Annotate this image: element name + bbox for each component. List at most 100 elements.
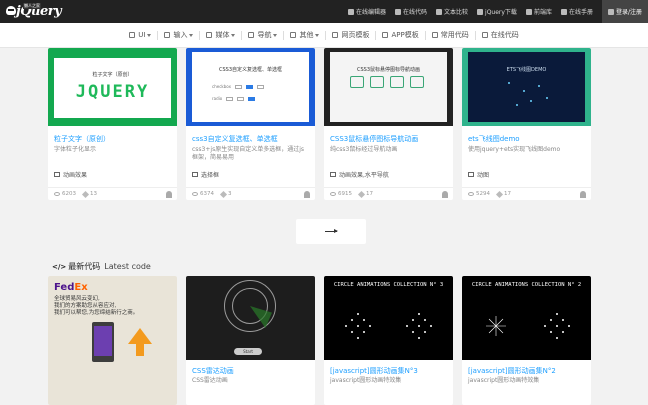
card-desc: 纯css3鼠标经过导航动画: [330, 146, 398, 153]
thumb-row: radio: [212, 96, 256, 101]
code-card-particle[interactable]: 粒子文字（原创） JQUERY 粒子文字（原创） 字体粒子化显示 动画效果 62…: [48, 48, 177, 200]
card-tag[interactable]: 动画效果: [54, 170, 87, 179]
arrow-up-graphic: [128, 328, 152, 344]
logo-tag: 懒人之家: [23, 3, 41, 9]
card-thumbnail[interactable]: 粒子文字（原创） JQUERY: [48, 48, 177, 126]
like-count: 13: [90, 191, 97, 197]
arrow-stem-graphic: [136, 344, 144, 356]
code-card-hover-nav[interactable]: CSS3鼠标悬停图标导航动画 CSS3鼠标悬停图标导航动画 纯css3鼠标经过导…: [324, 48, 453, 200]
top-link-code[interactable]: 在线代码: [395, 0, 427, 23]
card-tag[interactable]: 选择框: [192, 170, 219, 179]
card-title[interactable]: ets飞线图demo: [468, 134, 520, 144]
chevron-down-icon: [189, 33, 194, 37]
tag-icon: [54, 172, 60, 177]
card-thumbnail[interactable]: CSS3鼠标悬停图标导航动画: [324, 48, 453, 126]
card-tag[interactable]: 动图: [468, 170, 489, 179]
heart-icon: [495, 190, 504, 198]
card-title[interactable]: css3自定义复选框、单选框: [192, 134, 278, 144]
card-thumbnail[interactable]: CIRCLE ANIMATIONS COLLECTION N° 2: [462, 276, 591, 360]
cat-app-template[interactable]: APP模板: [382, 30, 419, 40]
ui-icon: [129, 32, 136, 38]
card-title[interactable]: 粒子文字（原创）: [54, 134, 110, 144]
card-meta: 5294 17: [462, 187, 591, 200]
cat-media[interactable]: 媒体: [206, 30, 236, 40]
card-meta: 6203 13: [48, 187, 177, 200]
user-icon[interactable]: [580, 191, 586, 198]
card-desc: 使用jquery+ets实现飞线图demo: [468, 146, 561, 153]
code-card-circle2[interactable]: CIRCLE ANIMATIONS COLLECTION N° 2 [javas…: [462, 276, 591, 405]
more-button[interactable]: [296, 219, 366, 244]
template-icon: [332, 32, 339, 38]
code-icon: </>: [52, 262, 67, 271]
user-icon[interactable]: [166, 191, 172, 198]
divider: [241, 30, 243, 40]
code-card-radar[interactable]: Start CSS雷达动画 CSS雷达动画: [186, 276, 315, 405]
puzzle-icon: [290, 32, 297, 38]
top-nav: 在线编辑器 在线代码 文本比较 jQuery下载 前端库 在线手册 登录/注册: [347, 0, 648, 23]
ad-card[interactable]: FedEx 全球贸易风云变幻, 我们的方案助您从容应对, 我们可以帮您,为您缔结…: [48, 276, 177, 405]
card-meta: 6374 3: [186, 187, 315, 200]
tag-icon: [192, 172, 198, 177]
user-icon[interactable]: [442, 191, 448, 198]
code-card-circle3[interactable]: CIRCLE ANIMATIONS COLLECTION N° 3 [javas…: [324, 276, 453, 405]
cat-ui[interactable]: UI: [129, 31, 152, 39]
ad-banner[interactable]: FedEx 全球贸易风云变幻, 我们的方案助您从容应对, 我们可以帮您,为您缔结…: [48, 276, 177, 405]
map-dot: [523, 90, 525, 92]
card-title[interactable]: [javascript]圆形动画集N°3: [330, 366, 418, 376]
card-thumbnail[interactable]: Start: [186, 276, 315, 360]
view-count: 5294: [476, 191, 490, 197]
eye-icon: [468, 192, 474, 196]
top-link-editor[interactable]: 在线编辑器: [347, 0, 386, 23]
circle-animation: [345, 313, 432, 339]
map-dot: [508, 82, 510, 84]
login-button[interactable]: 登录/注册: [601, 0, 648, 23]
cat-input[interactable]: 输入: [164, 30, 194, 40]
divider: [157, 30, 159, 40]
card-thumbnail[interactable]: CIRCLE ANIMATIONS COLLECTION N° 3: [324, 276, 453, 360]
card-desc: javascript圆形动画特效集: [468, 377, 540, 384]
card-desc: css3+js原生实现自定义单多选框，通过js框架，简易易用: [192, 146, 304, 161]
card-desc: 字体粒子化显示: [54, 146, 97, 153]
divider: [283, 30, 285, 40]
code-card-checkbox[interactable]: CSS3自定义复选框、单选框 checkbox radio css3自定义复选框…: [186, 48, 315, 200]
thumb-title: CSS3鼠标悬停图标导航动画: [356, 67, 421, 73]
view-count: 6915: [338, 191, 352, 197]
card-desc: javascript圆形动画特效集: [330, 377, 402, 384]
code-icon: [347, 8, 354, 15]
card-title[interactable]: CSS雷达动画: [192, 366, 234, 376]
divider: [474, 30, 476, 40]
card-thumbnail[interactable]: CSS3自定义复选框、单选框 checkbox radio: [186, 48, 315, 126]
user-icon: [607, 8, 614, 15]
cat-web-template[interactable]: 网页模板: [332, 30, 369, 40]
map-dot: [530, 100, 532, 102]
cat-nav[interactable]: 导航: [248, 30, 278, 40]
site-logo[interactable]: jQuery 懒人之家: [6, 3, 62, 20]
circle-animation: [486, 313, 570, 339]
compare-icon: [436, 8, 443, 15]
thumb-big-text: JQUERY: [75, 82, 150, 102]
thumb-nav-icon: [390, 76, 404, 88]
top-link-diff[interactable]: 文本比较: [436, 0, 468, 23]
card-thumbnail[interactable]: ETS飞线图DEMO: [462, 48, 591, 126]
thumb-title: 粒子文字（原创）: [92, 72, 133, 78]
top-link-download[interactable]: jQuery下载: [477, 0, 517, 23]
map-dot: [538, 85, 540, 87]
user-icon[interactable]: [304, 191, 310, 198]
cat-online-code[interactable]: 在线代码: [481, 30, 519, 40]
heart-icon: [81, 190, 90, 198]
card-tag[interactable]: 动画效果,水平导航: [330, 170, 389, 179]
view-count: 6203: [62, 191, 76, 197]
cat-other[interactable]: 其他: [290, 30, 320, 40]
cat-common-code[interactable]: 常用代码: [431, 30, 469, 40]
card-title[interactable]: [javascript]圆形动画集N°2: [468, 366, 556, 376]
top-link-libs[interactable]: 前端库: [525, 0, 552, 23]
card-title[interactable]: CSS3鼠标悬停图标导航动画: [330, 134, 418, 144]
code-card-flyline[interactable]: ETS飞线图DEMO ets飞线图demo 使用jquery+ets实现飞线图d…: [462, 48, 591, 200]
top-link-manual[interactable]: 在线手册: [560, 0, 593, 23]
film-icon: [206, 32, 213, 38]
eye-icon: [192, 192, 198, 196]
tag-icon: [330, 172, 336, 177]
thumb-nav-icon: [370, 76, 384, 88]
phone-image: [92, 322, 114, 362]
radar-start-button[interactable]: Start: [234, 348, 262, 355]
